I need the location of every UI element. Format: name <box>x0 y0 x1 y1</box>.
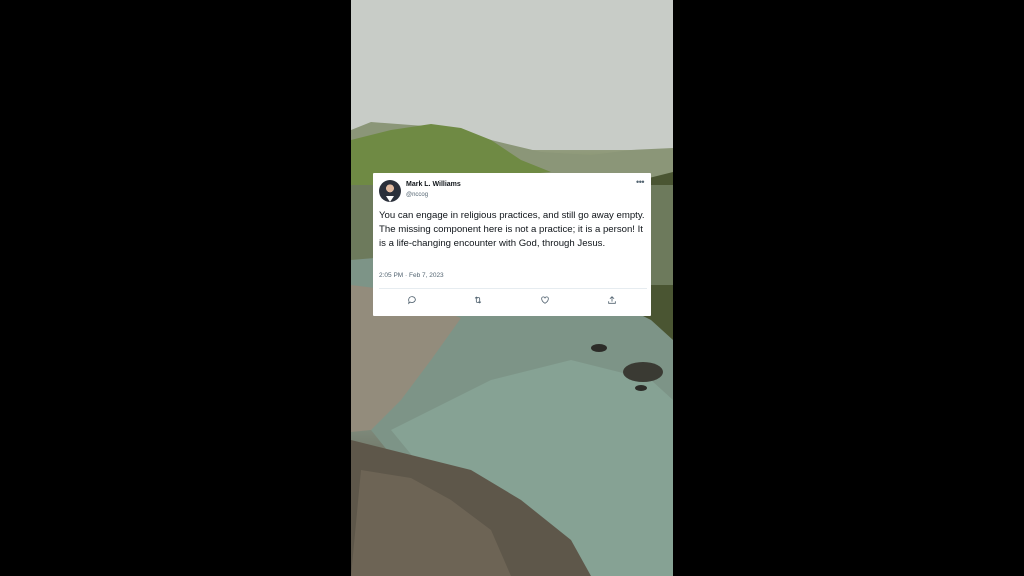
tweet-actions <box>373 292 651 308</box>
author-name[interactable]: Mark L. Williams <box>406 181 461 188</box>
author-handle[interactable]: @nccog <box>406 192 428 198</box>
reply-icon[interactable] <box>405 292 419 308</box>
tweet-card: Mark L. Williams @nccog ••• You can enga… <box>373 173 651 316</box>
tweet-text: You can engage in religious practices, a… <box>379 210 645 249</box>
retweet-icon[interactable] <box>471 292 485 308</box>
avatar[interactable] <box>379 180 401 202</box>
share-icon[interactable] <box>605 292 619 308</box>
tweet-timestamp[interactable]: 2:05 PM · Feb 7, 2023 <box>379 272 444 279</box>
like-icon[interactable] <box>538 292 552 308</box>
more-horizontal-icon[interactable]: ••• <box>636 177 644 187</box>
divider <box>379 288 647 289</box>
